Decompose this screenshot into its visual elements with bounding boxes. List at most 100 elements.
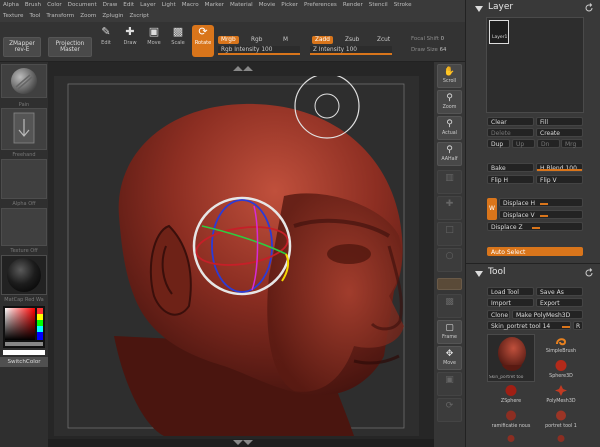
disabled-nav-button-3[interactable]: □ [437,222,462,246]
bake-button[interactable]: Bake [487,163,534,172]
bottom-collapse-handle[interactable] [228,439,258,447]
tool-palette-refresh-icon[interactable] [584,268,594,278]
menu-movie[interactable]: Movie [259,2,276,8]
clone-button[interactable]: Clone [487,310,510,319]
menu-zplugin[interactable]: Zplugin [102,13,123,19]
texture-selector[interactable] [1,208,47,246]
projection-master-button[interactable]: Projection Master [48,37,92,57]
layer-up-button[interactable]: Up [512,139,535,148]
menu-brush[interactable]: Brush [25,2,41,8]
zsub-button[interactable]: Zsub [342,36,362,44]
displace-v-slider[interactable]: Displace V [499,210,583,219]
document-viewport[interactable] [54,76,419,436]
frame-button[interactable]: ▢ Frame [437,320,462,344]
r-button[interactable]: R [573,321,583,330]
tool-item-sphere3d[interactable]: Sphere3D [538,359,584,381]
sculpt-head-model[interactable] [54,76,419,436]
disabled-nav-button-6[interactable]: ▣ [437,372,462,396]
zadd-button[interactable]: Zadd [312,36,333,44]
stroke-selector[interactable] [1,108,47,150]
flip-v-button[interactable]: Flip V [536,175,583,184]
menu-color[interactable]: Color [47,2,62,8]
menu-marker[interactable]: Marker [205,2,224,8]
displace-h-slider[interactable]: Displace H [499,198,583,207]
menu-document[interactable]: Document [68,2,97,8]
menu-zscript[interactable]: Zscript [129,13,148,19]
layer-fill-button[interactable]: Fill [536,117,583,126]
layer-delete-button[interactable]: Delete [487,128,534,137]
z-intensity-slider[interactable]: Z Intensity 100 [310,46,392,55]
move-view-button[interactable]: ✥ Move [437,346,462,370]
scroll-button[interactable]: ✋ Scroll [437,64,462,88]
export-button[interactable]: Export [536,298,583,307]
displace-z-slider[interactable]: Displace Z [487,222,583,231]
layer-dn-button[interactable]: Dn [537,139,560,148]
menu-preferences[interactable]: Preferences [304,2,337,8]
layer-palette-collapse-icon[interactable] [474,5,484,13]
menu-light[interactable]: Light [162,2,176,8]
focal-shift-slider[interactable]: Focal Shift 0 [411,36,444,42]
flip-h-button[interactable]: Flip H [487,175,534,184]
layer-palette-refresh-icon[interactable] [584,3,594,13]
disabled-nav-button-2[interactable]: ✚ [437,196,462,220]
tool-item-more-1[interactable] [487,434,535,444]
edit-mode-toggle[interactable] [437,278,462,290]
menu-layer[interactable]: Layer [140,2,156,8]
rotate-tool-button[interactable]: ⟳ Rotate [192,25,214,57]
draw-tool-button[interactable]: ✚ Draw [119,25,141,57]
menu-stencil[interactable]: Stencil [369,2,388,8]
move-tool-button[interactable]: ▣ Move [143,25,165,57]
h-blend-slider[interactable]: H Blend 100 [536,163,583,172]
menu-tool[interactable]: Tool [29,13,40,19]
switch-color-button[interactable]: SwitchColor [0,357,48,367]
rgb-button[interactable]: Rgb [248,36,265,44]
scale-tool-button[interactable]: ▩ Scale [167,25,189,57]
menu-alpha[interactable]: Alpha [3,2,19,8]
menu-draw[interactable]: Draw [103,2,118,8]
import-button[interactable]: Import [487,298,534,307]
disabled-nav-button-7[interactable]: ⟳ [437,398,462,422]
m-button[interactable]: M [280,36,291,44]
zoom-button[interactable]: ⚲ Zoom [437,90,462,114]
layer-clear-button[interactable]: Clear [487,117,534,126]
menu-material[interactable]: Material [230,2,253,8]
top-collapse-handle[interactable] [228,64,258,73]
tool-item-zsphere[interactable]: ZSphere [487,384,535,406]
menu-picker[interactable]: Picker [281,2,298,8]
auto-select-button[interactable]: Auto Select [487,247,583,256]
tool-item-portret-tool[interactable]: portret tool 1 [538,409,584,431]
tool-palette-collapse-icon[interactable] [474,270,484,278]
layer-thumbnail[interactable]: Layer1 [489,20,509,44]
alpha-selector[interactable] [1,159,47,199]
rgb-intensity-slider[interactable]: Rgb Intensity 100 [218,46,300,55]
disabled-nav-button-1[interactable]: ▥ [437,170,462,194]
tool-item-more-2[interactable] [538,434,584,444]
disabled-nav-button-4[interactable]: ○ [437,248,462,272]
material-selector[interactable] [1,255,47,295]
actual-button[interactable]: ⚲ Actual [437,116,462,140]
w-button[interactable]: W [487,198,497,220]
menu-macro[interactable]: Macro [182,2,199,8]
menu-zoom[interactable]: Zoom [80,13,96,19]
brush-selector[interactable] [1,64,47,98]
save-as-button[interactable]: Save As [536,287,583,296]
color-picker[interactable] [3,306,45,348]
edit-tool-button[interactable]: ✎ Edit [95,25,117,57]
current-tool-thumbnail[interactable]: Skin_portret too [487,334,535,382]
menu-stroke[interactable]: Stroke [394,2,412,8]
menu-texture[interactable]: Texture [3,13,23,19]
current-tool-slider[interactable]: Skin_portret tool 14 [487,321,571,330]
disabled-nav-button-5[interactable]: ▩ [437,294,462,318]
aahalf-button[interactable]: ⚲ AAHalf [437,142,462,166]
make-polymesh-button[interactable]: Make PolyMesh3D [512,310,583,319]
tool-item-polymesh3d[interactable]: PolyMesh3D [538,384,584,406]
tool-item-simplebrush[interactable]: SimpleBrush [538,334,584,356]
layer-create-button[interactable]: Create [536,128,583,137]
mrgb-button[interactable]: Mrgb [218,36,239,44]
draw-size-slider[interactable]: Draw Size 64 [411,47,446,53]
menu-edit[interactable]: Edit [123,2,134,8]
primary-color-swatch[interactable] [3,350,45,355]
layer-dup-button[interactable]: Dup [487,139,510,148]
menu-transform[interactable]: Transform [46,13,74,19]
menu-render[interactable]: Render [343,2,363,8]
